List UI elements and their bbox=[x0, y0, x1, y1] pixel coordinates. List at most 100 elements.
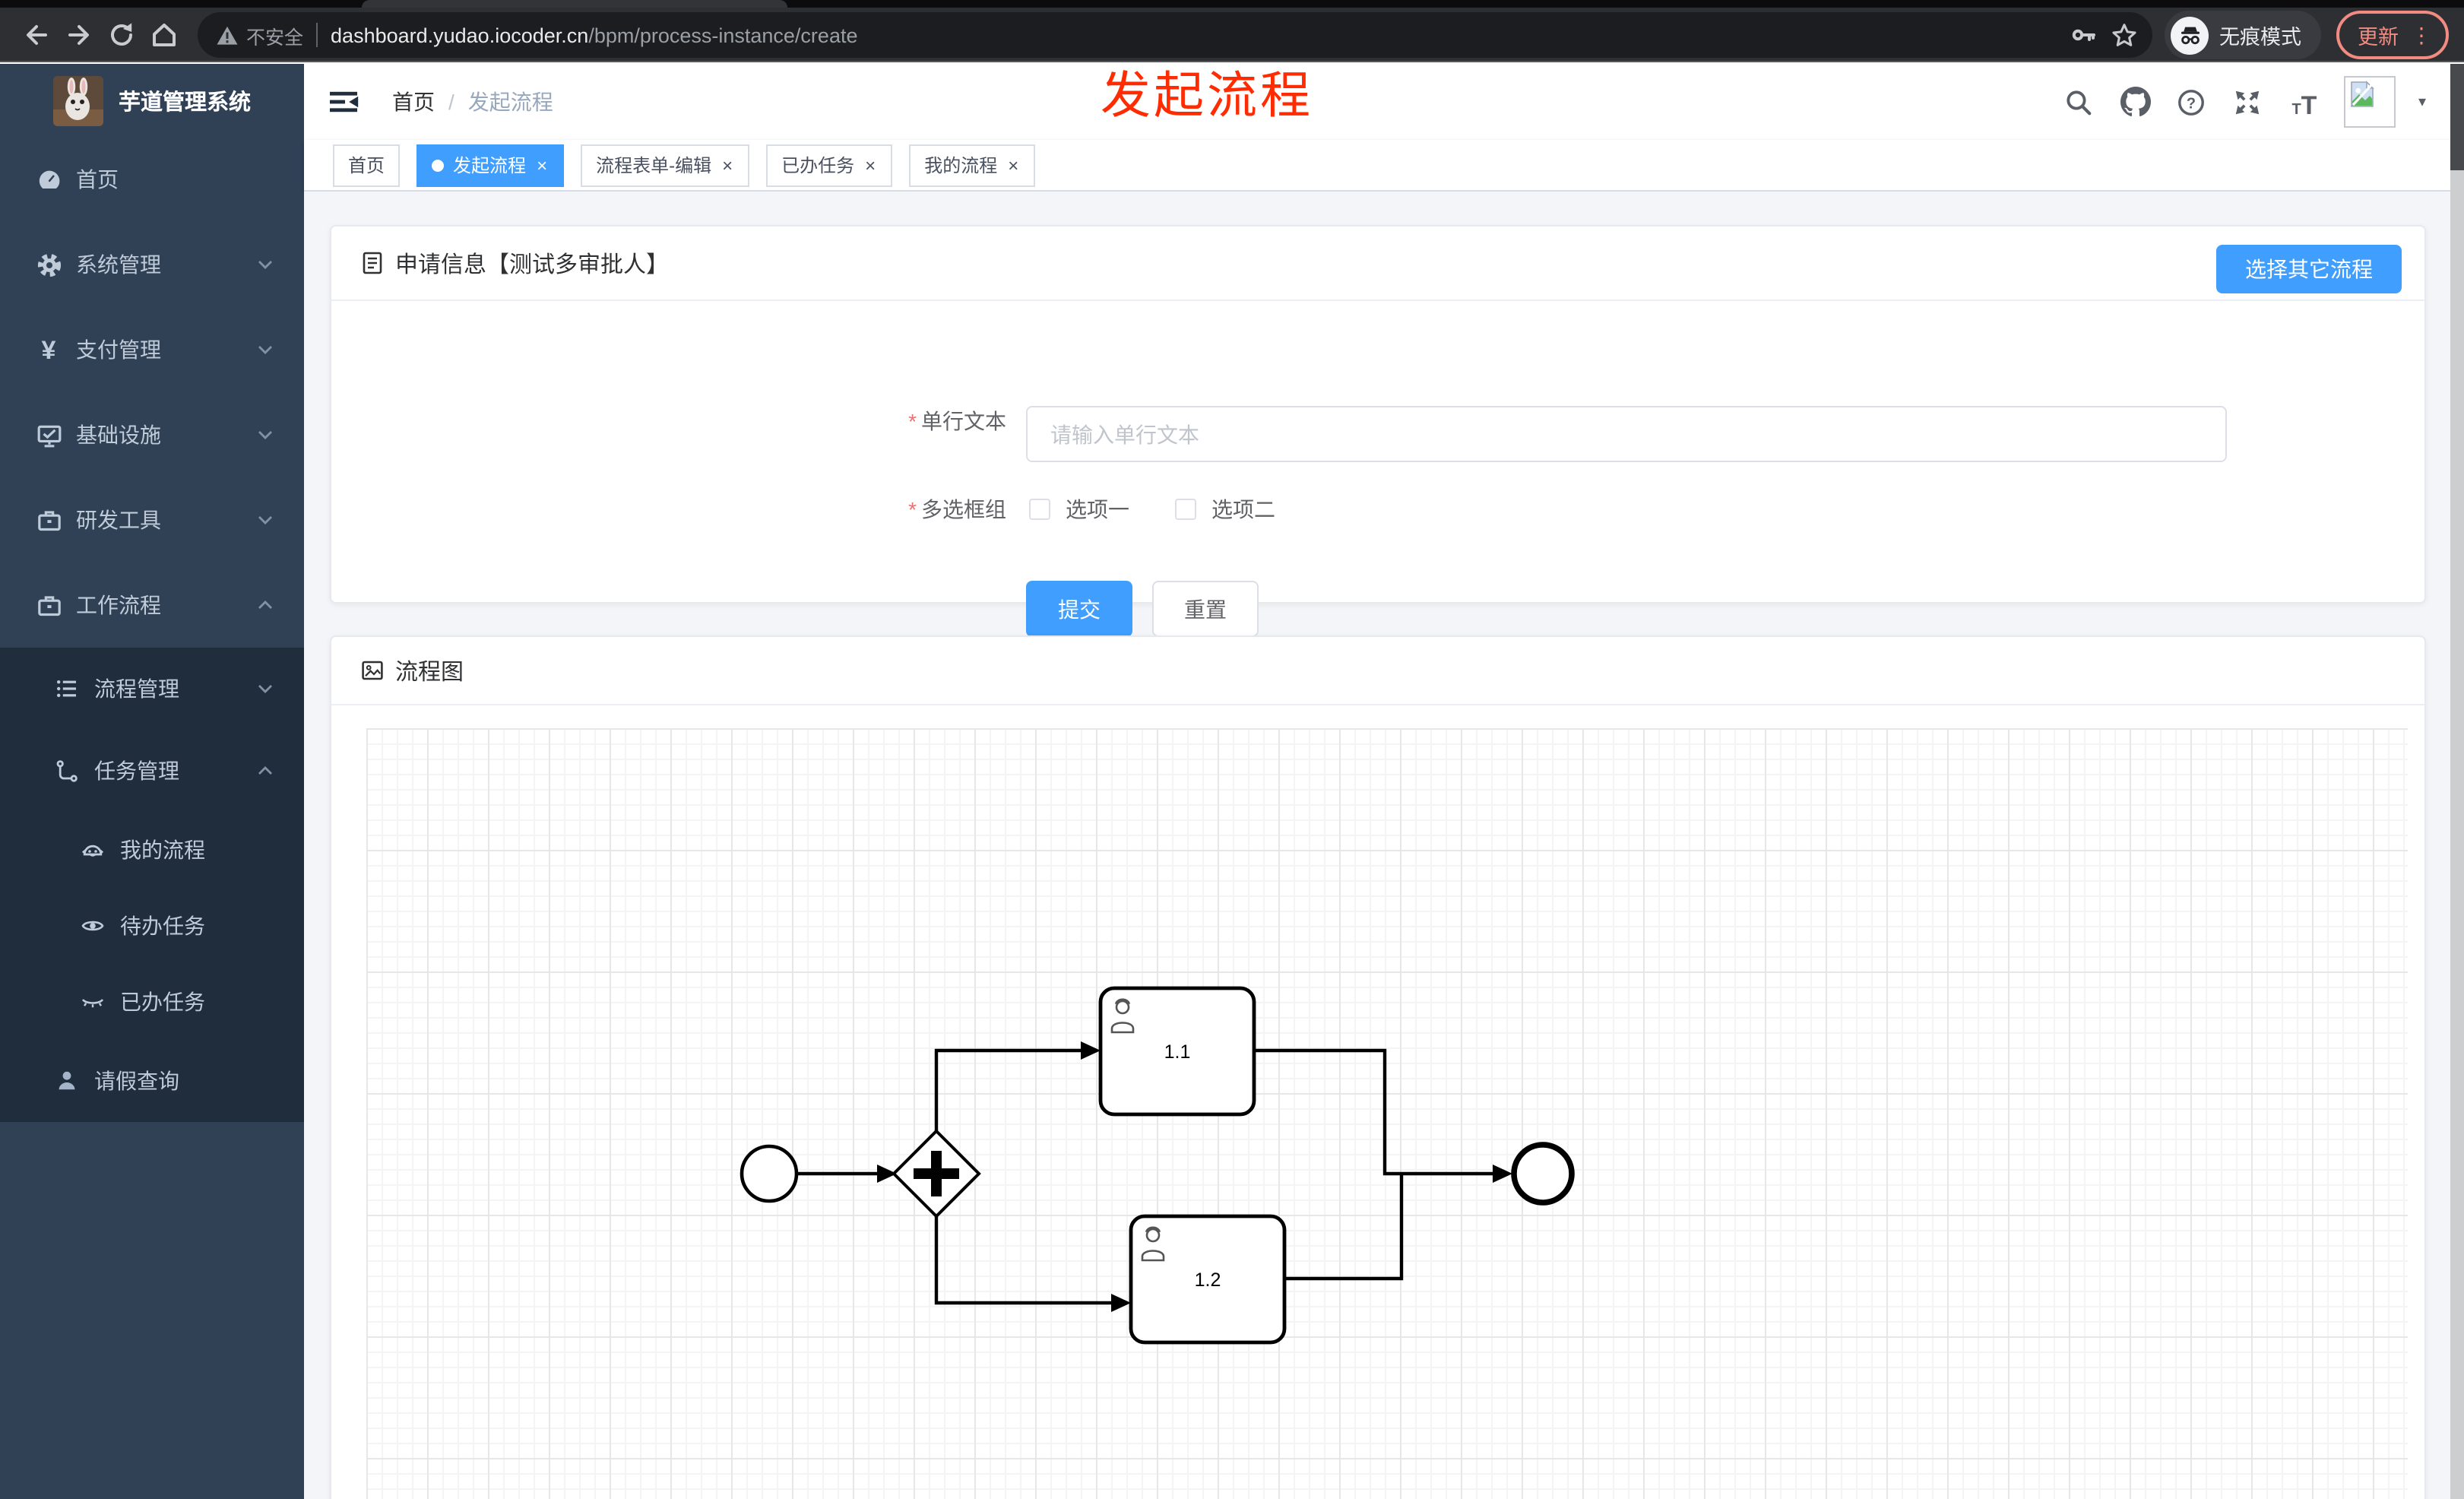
bpmn-user-task-1[interactable]: 1.1 bbox=[1098, 986, 1256, 1117]
chevron-up-icon bbox=[257, 599, 274, 611]
eye-icon bbox=[79, 912, 106, 940]
sidebar-item-dev-tools[interactable]: 研发工具 bbox=[0, 477, 304, 563]
home-icon bbox=[153, 24, 176, 46]
tags-view: 首页 发起流程 × 流程表单-编辑 × 已办任务 × 我的流程 × bbox=[304, 140, 2464, 192]
avatar-caret-icon[interactable]: ▾ bbox=[2418, 93, 2426, 110]
choose-other-process-button[interactable]: 选择其它流程 bbox=[2216, 245, 2402, 293]
sidebar-item-label: 首页 bbox=[76, 167, 119, 192]
breadcrumb-current: 发起流程 bbox=[467, 90, 553, 114]
sidebar-item-task-management[interactable]: 任务管理 bbox=[0, 730, 304, 812]
screen: 不安全 dashboard.yudao.iocoder.cn/bpm/proce… bbox=[0, 0, 2464, 1499]
incognito-icon bbox=[2171, 16, 2209, 54]
bpmn-start-event[interactable] bbox=[740, 1144, 799, 1203]
address-bar[interactable]: 不安全 dashboard.yudao.iocoder.cn/bpm/proce… bbox=[198, 12, 2152, 58]
close-icon[interactable]: × bbox=[863, 156, 877, 174]
flow-gateway-to-task1[interactable] bbox=[934, 1048, 1084, 1134]
forward-button[interactable] bbox=[58, 14, 100, 56]
close-icon[interactable]: × bbox=[721, 156, 734, 174]
close-icon[interactable]: × bbox=[535, 156, 549, 174]
back-button[interactable] bbox=[15, 14, 58, 56]
sidebar-item-label: 研发工具 bbox=[76, 508, 161, 532]
tab-my-process[interactable]: 我的流程 × bbox=[909, 144, 1036, 186]
page-annotation: 发起流程 bbox=[1101, 67, 1313, 123]
home-button[interactable] bbox=[143, 14, 185, 56]
bpmn-parallel-gateway[interactable] bbox=[892, 1129, 981, 1219]
robot-face-icon bbox=[79, 836, 106, 864]
github-button[interactable] bbox=[2119, 85, 2152, 119]
sidebar-item-system[interactable]: 系统管理 bbox=[0, 222, 304, 307]
sidebar-item-my-process[interactable]: 我的流程 bbox=[0, 812, 304, 888]
single-line-text-input[interactable] bbox=[1026, 406, 2227, 462]
apply-info-card-header: 申请信息【测试多审批人】 选择其它流程 bbox=[331, 227, 2424, 301]
sidebar-item-infrastructure[interactable]: 基础设施 bbox=[0, 392, 304, 477]
checkbox-option-2[interactable] bbox=[1175, 499, 1196, 520]
gear-icon bbox=[35, 251, 62, 278]
fullscreen-button[interactable] bbox=[2231, 85, 2265, 119]
question-icon: ? bbox=[2179, 89, 2205, 115]
checkbox-option-2-label[interactable]: 选项二 bbox=[1211, 488, 1275, 531]
sidebar: 芋道管理系统 首页 系统管理 ¥ 支付管理 基础设施 研发工具 工作流程 流程管… bbox=[0, 64, 304, 1499]
security-label: 不安全 bbox=[246, 27, 304, 48]
reload-button[interactable] bbox=[100, 14, 143, 56]
close-icon[interactable]: × bbox=[1006, 156, 1020, 174]
text-field-label: * 单行文本 bbox=[908, 409, 1006, 433]
tab-initiate-process[interactable]: 发起流程 × bbox=[416, 144, 565, 186]
sidebar-item-process-management[interactable]: 流程管理 bbox=[0, 648, 304, 730]
workflow-submenu: 流程管理 任务管理 我的流程 待办任务 已办任务 请假查询 bbox=[0, 648, 304, 1122]
chevron-up-icon bbox=[257, 765, 274, 777]
flow-task1-to-end[interactable] bbox=[1254, 1048, 1496, 1176]
sidebar-collapse-button[interactable] bbox=[328, 87, 360, 117]
help-button[interactable]: ? bbox=[2175, 85, 2209, 119]
star-icon bbox=[2111, 23, 2136, 46]
url-path: /bpm/process-instance/create bbox=[588, 24, 858, 46]
eye-closed-icon bbox=[79, 988, 106, 1016]
task-label: 1.2 bbox=[1195, 1269, 1221, 1291]
card-title: 流程图 bbox=[395, 659, 464, 685]
sidebar-item-todo-tasks[interactable]: 待办任务 bbox=[0, 888, 304, 964]
font-size-icon: T bbox=[2291, 102, 2301, 119]
tab-process-form-edit[interactable]: 流程表单-编辑 × bbox=[581, 144, 750, 186]
flow-gateway-to-task2[interactable] bbox=[934, 1215, 1114, 1305]
scrollbar-thumb[interactable] bbox=[2450, 64, 2464, 170]
sidebar-item-label: 待办任务 bbox=[120, 914, 205, 938]
update-label: 更新 bbox=[2358, 26, 2399, 49]
omnibox-divider bbox=[315, 23, 318, 47]
dashboard-icon bbox=[35, 166, 62, 193]
flow-task2-to-end[interactable] bbox=[1284, 1175, 1404, 1281]
bpmn-canvas[interactable]: 1.1 1.2 bbox=[366, 728, 2408, 1499]
tab-label: 我的流程 bbox=[924, 155, 998, 176]
page-scrollbar[interactable] bbox=[2450, 64, 2464, 1499]
checkbox-option-1[interactable] bbox=[1029, 499, 1050, 520]
sidebar-item-workflow[interactable]: 工作流程 bbox=[0, 563, 304, 648]
browser-menu-icon[interactable]: ⋮ bbox=[2411, 22, 2432, 48]
reset-button[interactable]: 重置 bbox=[1152, 581, 1259, 637]
submit-button[interactable]: 提交 bbox=[1026, 581, 1132, 637]
font-size-button[interactable]: TT bbox=[2288, 85, 2321, 119]
bpmn-end-event[interactable] bbox=[1511, 1142, 1575, 1206]
sidebar-item-home[interactable]: 首页 bbox=[0, 137, 304, 222]
browser-active-tab[interactable] bbox=[362, 0, 787, 8]
browser-update-button[interactable]: 更新 ⋮ bbox=[2336, 11, 2449, 59]
process-diagram-card: 流程图 1.1 1.2 bbox=[330, 635, 2426, 1499]
bookmark-star-button[interactable] bbox=[2104, 15, 2143, 55]
avatar[interactable] bbox=[2343, 76, 2396, 128]
checkbox-option-1-label[interactable]: 选项一 bbox=[1066, 488, 1129, 531]
breadcrumb-home[interactable]: 首页 bbox=[392, 87, 435, 117]
bpmn-user-task-2[interactable]: 1.2 bbox=[1129, 1214, 1287, 1345]
required-asterisk: * bbox=[908, 497, 917, 521]
browser-toolbar: 不安全 dashboard.yudao.iocoder.cn/bpm/proce… bbox=[0, 0, 2464, 62]
sidebar-item-label: 请假查询 bbox=[94, 1069, 179, 1093]
search-button[interactable] bbox=[2063, 85, 2096, 119]
sidebar-item-payment[interactable]: ¥ 支付管理 bbox=[0, 307, 304, 392]
password-key-button[interactable] bbox=[2064, 15, 2104, 55]
sidebar-item-leave-query[interactable]: 请假查询 bbox=[0, 1040, 304, 1122]
tab-home[interactable]: 首页 bbox=[333, 144, 401, 186]
sidebar-item-done-tasks[interactable]: 已办任务 bbox=[0, 964, 304, 1040]
sidebar-item-label: 支付管理 bbox=[76, 338, 161, 362]
app-logo-row[interactable]: 芋道管理系统 bbox=[0, 64, 304, 137]
chevron-down-icon bbox=[257, 429, 274, 441]
apply-info-card: 申请信息【测试多审批人】 选择其它流程 *单行文本 *多选框组 选项一 选项二 … bbox=[330, 225, 2426, 637]
tab-label: 首页 bbox=[348, 155, 385, 176]
chevron-down-icon bbox=[257, 514, 274, 526]
tab-done-tasks[interactable]: 已办任务 × bbox=[766, 144, 893, 186]
